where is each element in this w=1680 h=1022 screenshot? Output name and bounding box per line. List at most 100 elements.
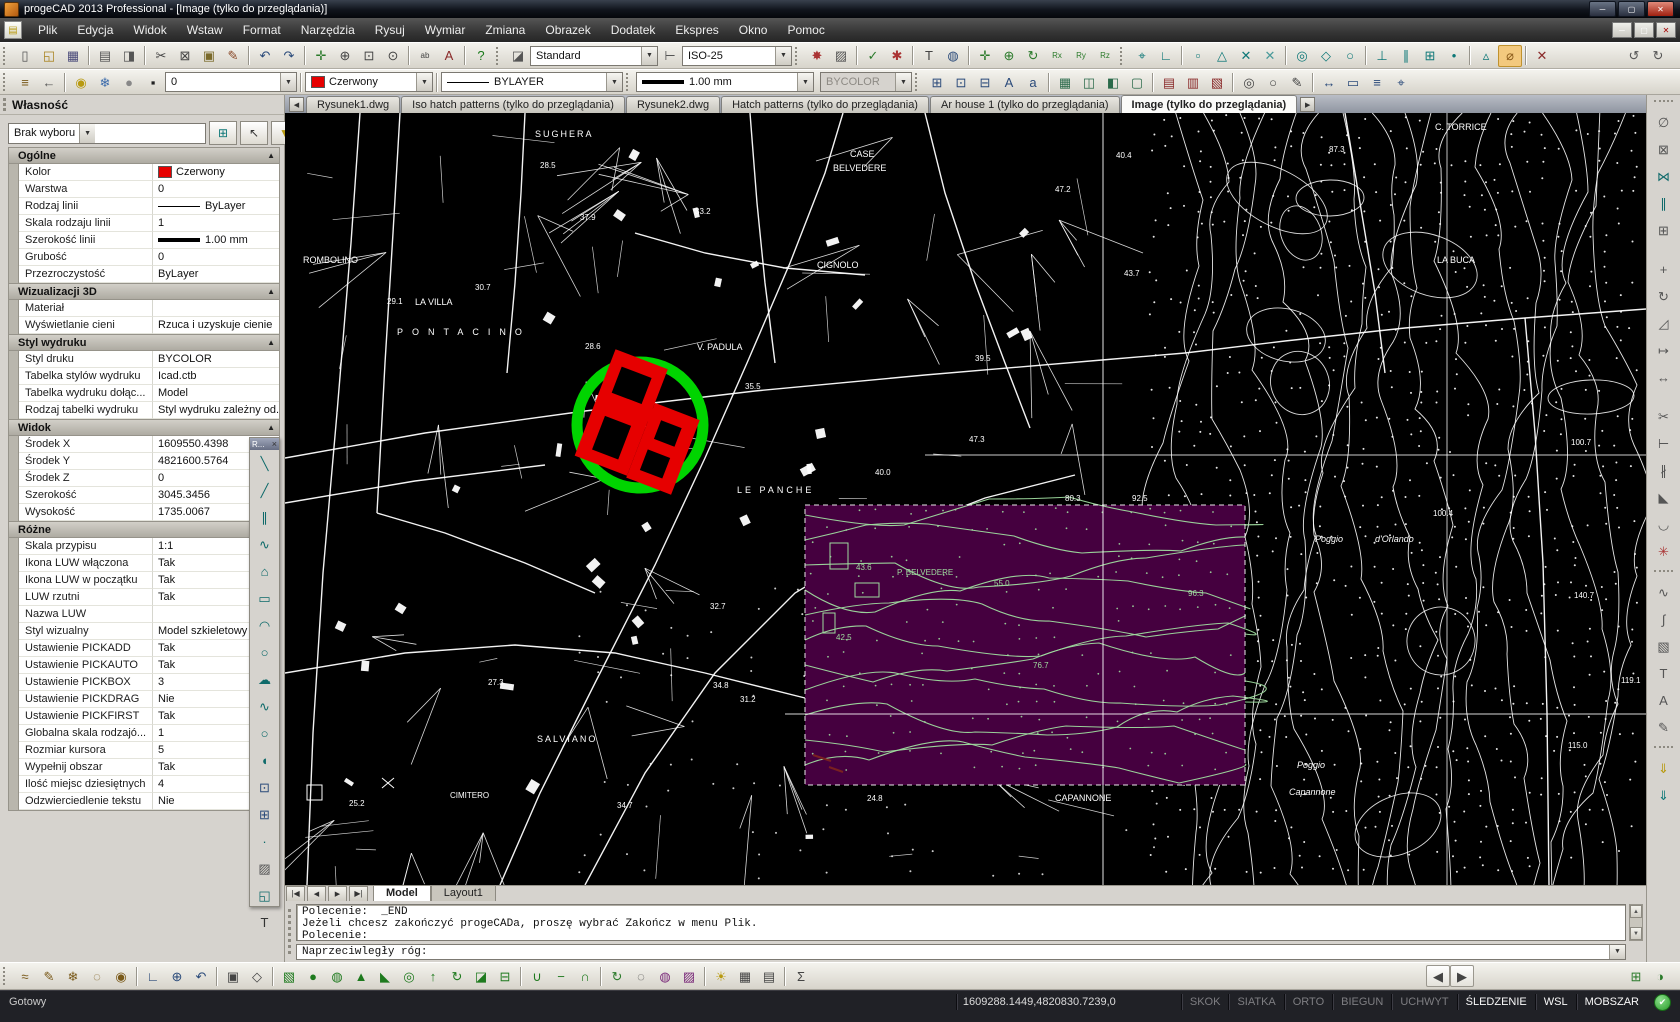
scroll-down-a-icon[interactable]: ⇓	[1650, 755, 1678, 782]
background-icon[interactable]: ▤	[757, 965, 781, 987]
document-tab[interactable]: Rysunek2.dwg	[626, 96, 720, 113]
dim-style-icon[interactable]: ⊢	[658, 45, 682, 67]
color-combo[interactable]: Czerwony	[305, 72, 433, 92]
rotate-y-icon[interactable]: Ry	[1069, 45, 1093, 67]
property-value[interactable]	[153, 300, 279, 317]
tab-scroll-right-icon[interactable]: ▶	[1300, 97, 1315, 112]
command-scrollbar[interactable]: ▲ ▼	[1629, 904, 1643, 941]
property-value[interactable]: Rzuca i uzyskuje cienie	[153, 317, 279, 334]
hide-icon[interactable]: ◌	[629, 965, 653, 987]
snap-from-icon[interactable]: ∟	[1154, 45, 1178, 67]
erase-icon[interactable]: ∅	[1650, 109, 1678, 136]
orbit-icon[interactable]: ↻	[1021, 45, 1045, 67]
ucs-previous-icon[interactable]: ↶	[189, 965, 213, 987]
solid-slice-icon[interactable]: ◪	[469, 965, 493, 987]
status-toggle-orto[interactable]: ORTO	[1284, 994, 1332, 1010]
layer-manager-icon[interactable]: ≡	[13, 71, 37, 93]
print-preview-icon[interactable]: ◨	[117, 45, 141, 67]
solid-cylinder-icon[interactable]: ◍	[325, 965, 349, 987]
move-icon[interactable]: +	[1650, 256, 1678, 283]
id-point-icon[interactable]: ⌖	[1389, 71, 1413, 93]
layer-combo[interactable]: 0	[165, 72, 297, 92]
print-icon[interactable]: ▤	[93, 45, 117, 67]
edit-polyline-icon[interactable]: ∿	[1650, 579, 1678, 606]
snap-parallel-icon[interactable]: ∥	[1394, 45, 1418, 67]
redo-icon[interactable]: ↷	[277, 45, 301, 67]
distance-icon[interactable]: ↔	[1317, 71, 1341, 93]
menu-edycja[interactable]: Edycja	[67, 18, 123, 42]
edit-hatch-icon[interactable]: ▧	[1650, 633, 1678, 660]
solid-cone-icon[interactable]: ▲	[349, 965, 373, 987]
stretch-icon[interactable]: ↦	[1650, 337, 1678, 364]
format-painter-icon[interactable]: ✎	[221, 45, 245, 67]
ellipse-arc-icon[interactable]: ◖	[250, 747, 279, 774]
undo-icon[interactable]: ↶	[253, 45, 277, 67]
image-adjust-icon[interactable]: ◧	[1101, 71, 1125, 93]
zoom-previous-icon[interactable]: ⊙	[381, 45, 405, 67]
region-icon[interactable]: ◱	[250, 882, 279, 909]
group-icon[interactable]: ◎	[1237, 71, 1261, 93]
copy-icon[interactable]: ⊠	[173, 45, 197, 67]
status-toggle-skok[interactable]: SKOK	[1181, 994, 1229, 1010]
solid-torus-icon[interactable]: ◎	[397, 965, 421, 987]
edit-text-icon[interactable]: T	[1650, 660, 1678, 687]
close-button[interactable]: ✕	[1647, 1, 1674, 17]
ungroup-icon[interactable]: ○	[1261, 71, 1285, 93]
chamfer-icon[interactable]: ◣	[1650, 484, 1678, 511]
view-3d-icon[interactable]: ◇	[245, 965, 269, 987]
property-value[interactable]: Czerwony	[153, 164, 279, 181]
property-value[interactable]: 1	[153, 215, 279, 232]
solid-sphere-icon[interactable]: ●	[301, 965, 325, 987]
text-edit-icon[interactable]: ab	[413, 45, 437, 67]
materials-icon[interactable]: ▨	[677, 965, 701, 987]
property-value[interactable]: 1.00 mm	[153, 232, 279, 249]
scene-icon[interactable]: ▦	[733, 965, 757, 987]
layout-tab-model[interactable]: Model	[373, 886, 431, 902]
status-ok-icon[interactable]: ✔	[1654, 994, 1671, 1011]
layer-bulb-icon[interactable]: ◉	[69, 71, 93, 93]
rotate-x-icon[interactable]: Rx	[1045, 45, 1069, 67]
menu-okno[interactable]: Okno	[729, 18, 778, 42]
help-icon[interactable]: ?	[469, 45, 493, 67]
menu-wymiar[interactable]: Wymiar	[415, 18, 476, 42]
rectangle-icon[interactable]: ▭	[250, 585, 279, 612]
snap-center-icon[interactable]: ◎	[1290, 45, 1314, 67]
view-prev-icon[interactable]: ◀	[1426, 965, 1450, 987]
text-style-combo[interactable]: Standard	[530, 46, 658, 66]
lengthen-icon[interactable]: ↔	[1650, 364, 1678, 391]
hatch-icon[interactable]: ▨	[250, 855, 279, 882]
solid-extrude-icon[interactable]: ↑	[421, 965, 445, 987]
pan-icon[interactable]: ✛	[309, 45, 333, 67]
break-icon[interactable]: ∦	[1650, 457, 1678, 484]
ucs-world-icon[interactable]: ⊕	[165, 965, 189, 987]
style-manager-icon[interactable]: ◪	[506, 45, 530, 67]
property-value[interactable]: ByLayer	[153, 198, 279, 215]
snap-midpoint-icon[interactable]: △	[1210, 45, 1234, 67]
status-toggle-śledzenie[interactable]: ŚLEDZENIE	[1457, 994, 1535, 1010]
zoom-realtime-icon[interactable]: ⊕	[333, 45, 357, 67]
list-info-icon[interactable]: ≡	[1365, 71, 1389, 93]
nav-last-icon[interactable]: ▶|	[349, 886, 368, 902]
tab-scroll-left-icon[interactable]: ◀	[289, 97, 304, 112]
property-section-header[interactable]: Styl wydruku▲	[8, 334, 280, 351]
xref-clip-icon[interactable]: ▧	[1205, 71, 1229, 93]
union-icon[interactable]: ∪	[525, 965, 549, 987]
menu-widok[interactable]: Widok	[123, 18, 176, 42]
document-tab[interactable]: Image (tylko do przeglądania)	[1121, 95, 1298, 113]
rotate-icon[interactable]: ↻	[1650, 283, 1678, 310]
layer-walk-icon[interactable]: ≈	[13, 965, 37, 987]
area-inquiry-icon[interactable]: ▭	[1341, 71, 1365, 93]
insert-block-icon[interactable]: ⊡	[250, 774, 279, 801]
edit-spline-icon[interactable]: ∫	[1650, 606, 1678, 633]
property-value[interactable]: 0	[153, 181, 279, 198]
layer-color-icon[interactable]: ▪	[141, 71, 165, 93]
menu-rysuj[interactable]: Rysuj	[365, 18, 415, 42]
multiline-icon[interactable]: ∥	[250, 504, 279, 531]
render-icon[interactable]: ◍	[653, 965, 677, 987]
nav-first-icon[interactable]: |◀	[286, 886, 305, 902]
solid-revolve-icon[interactable]: ↻	[445, 965, 469, 987]
menu-plik[interactable]: Plik	[28, 18, 67, 42]
xref-attach-icon[interactable]: ▤	[1157, 71, 1181, 93]
layer-lock-icon[interactable]: ●	[117, 71, 141, 93]
menu-pomoc[interactable]: Pomoc	[777, 18, 834, 42]
